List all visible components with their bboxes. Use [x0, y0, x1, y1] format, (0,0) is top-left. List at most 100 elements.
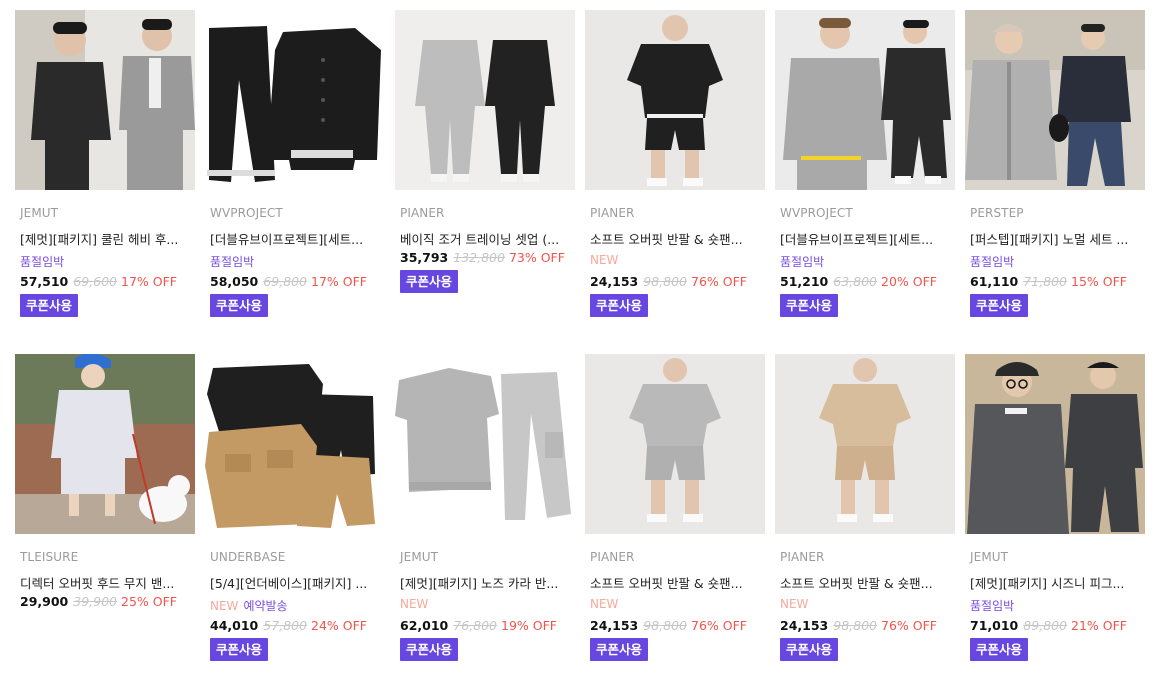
discount-rate: 76% OFF	[691, 274, 747, 289]
product-image[interactable]	[775, 354, 955, 534]
sale-price: 71,010	[970, 618, 1019, 633]
new-badge: NEW	[780, 597, 809, 611]
product-card[interactable]: JEMUT [제멋][패키지] 노즈 카라 반... NEW 62,010 76,…	[395, 354, 575, 674]
coupon-button[interactable]: 쿠폰사용	[210, 638, 269, 661]
product-card[interactable]: PIANER 베이직 조거 트레이닝 셋업 (... 35,793 132,800…	[395, 10, 575, 330]
product-card[interactable]: PIANER 소프트 오버핏 반팔 & 숏팬... NEW 24,153 98,8…	[585, 354, 765, 674]
product-name[interactable]: 소프트 오버핏 반팔 & 숏팬...	[780, 573, 952, 592]
product-photo-icon	[965, 354, 1145, 534]
product-card[interactable]: PERSTEP [퍼스텝][패키지] 노멀 세트 ... 품절임박 61,110…	[965, 10, 1145, 330]
brand-label[interactable]: WVPROJECT	[780, 206, 853, 220]
product-card[interactable]: PIANER 소프트 오버핏 반팔 & 숏팬... NEW 24,153 98,8…	[585, 10, 765, 330]
product-image[interactable]	[15, 10, 195, 190]
product-image[interactable]	[15, 354, 195, 534]
original-price: 63,800	[833, 274, 877, 289]
brand-label[interactable]: PIANER	[590, 550, 634, 564]
brand-label[interactable]: PIANER	[590, 206, 634, 220]
coupon-button[interactable]: 쿠폰사용	[780, 638, 839, 661]
product-photo-icon	[395, 10, 575, 190]
product-image[interactable]	[395, 354, 575, 534]
brand-label[interactable]: PERSTEP	[970, 206, 1024, 220]
sale-price: 57,510	[20, 274, 69, 289]
product-image[interactable]	[585, 354, 765, 534]
product-name[interactable]: 소프트 오버핏 반팔 & 숏팬...	[590, 573, 762, 592]
product-name[interactable]: [제멋][패키지] 시즈니 피그...	[970, 573, 1142, 592]
product-image[interactable]	[205, 10, 385, 190]
product-image[interactable]	[585, 10, 765, 190]
original-price: 39,900	[73, 594, 117, 609]
product-photo-icon	[585, 354, 765, 534]
product-image[interactable]	[395, 10, 575, 190]
brand-label[interactable]: TLEISURE	[20, 550, 78, 564]
product-card[interactable]: JEMUT [제멋][패키지] 시즈니 피그... 품절임박 71,010 89,…	[965, 354, 1145, 674]
coupon-button[interactable]: 쿠폰사용	[400, 270, 459, 293]
product-photo-icon	[15, 354, 195, 534]
coupon-button[interactable]: 쿠폰사용	[590, 638, 649, 661]
new-badge: NEW	[400, 597, 429, 611]
original-price: 98,800	[833, 618, 877, 633]
brand-label[interactable]: UNDERBASE	[210, 550, 285, 564]
almost-sold-out-badge: 품절임박	[210, 255, 255, 269]
sale-price: 35,793	[400, 250, 449, 265]
coupon-button[interactable]: 쿠폰사용	[20, 294, 79, 317]
original-price: 98,800	[643, 274, 687, 289]
status-line: NEW	[400, 597, 433, 613]
product-card[interactable]: WVPROJECT [더블유브이프로젝트][세트... 품절임박 51,210 6…	[775, 10, 955, 330]
status-line: 품절임박	[20, 253, 64, 269]
product-name[interactable]: [더블유브이프로젝트][세트...	[780, 229, 952, 248]
product-photo-icon	[205, 10, 385, 190]
brand-label[interactable]: PIANER	[780, 550, 824, 564]
brand-label[interactable]: JEMUT	[20, 206, 58, 220]
product-name[interactable]: [더블유브이프로젝트][세트...	[210, 229, 382, 248]
discount-rate: 25% OFF	[121, 594, 177, 609]
product-name[interactable]: [제멋][패키지] 노즈 카라 반...	[400, 573, 572, 592]
price-line: 24,153 98,800 76% OFF	[590, 274, 747, 290]
price-line: 58,050 69,800 17% OFF	[210, 274, 367, 290]
status-line: 품절임박	[970, 253, 1014, 269]
price-line: 62,010 76,800 19% OFF	[400, 618, 557, 634]
coupon-button[interactable]: 쿠폰사용	[590, 294, 649, 317]
coupon-button[interactable]: 쿠폰사용	[970, 294, 1029, 317]
original-price: 57,800	[263, 618, 307, 633]
brand-label[interactable]: JEMUT	[400, 550, 438, 564]
product-photo-icon	[775, 354, 955, 534]
product-name[interactable]: [5/4][언더베이스][패키지] ...	[210, 573, 382, 592]
product-name[interactable]: [퍼스텝][패키지] 노멀 세트 ...	[970, 229, 1142, 248]
product-photo-icon	[395, 354, 575, 534]
product-card[interactable]: PIANER 소프트 오버핏 반팔 & 숏팬... NEW 24,153 98,8…	[775, 354, 955, 674]
sale-price: 62,010	[400, 618, 449, 633]
original-price: 69,600	[73, 274, 117, 289]
product-image[interactable]	[205, 354, 385, 534]
original-price: 76,800	[453, 618, 497, 633]
discount-rate: 17% OFF	[121, 274, 177, 289]
brand-label[interactable]: WVPROJECT	[210, 206, 283, 220]
product-image[interactable]	[775, 10, 955, 190]
product-photo-icon	[965, 10, 1145, 190]
product-name[interactable]: [제멋][패키지] 쿨린 헤비 후...	[20, 229, 192, 248]
product-name[interactable]: 디렉터 오버핏 후드 무지 밴...	[20, 573, 192, 592]
status-line: 품절임박	[210, 253, 254, 269]
product-card[interactable]: UNDERBASE [5/4][언더베이스][패키지] ... NEW 예약발송 …	[205, 354, 385, 674]
almost-sold-out-badge: 품절임박	[970, 599, 1015, 613]
brand-label[interactable]: JEMUT	[970, 550, 1008, 564]
product-name[interactable]: 소프트 오버핏 반팔 & 숏팬...	[590, 229, 762, 248]
product-card[interactable]: WVPROJECT [더블유브이프로젝트][세트... 품절임박 58,050 6…	[205, 10, 385, 330]
sale-price: 24,153	[780, 618, 829, 633]
product-image[interactable]	[965, 10, 1145, 190]
almost-sold-out-badge: 품절임박	[20, 255, 65, 269]
status-line: NEW	[590, 597, 623, 613]
brand-label[interactable]: PIANER	[400, 206, 444, 220]
product-name[interactable]: 베이직 조거 트레이닝 셋업 (...	[400, 229, 572, 248]
coupon-button[interactable]: 쿠폰사용	[780, 294, 839, 317]
status-line: 품절임박	[970, 597, 1014, 613]
product-image[interactable]	[965, 354, 1145, 534]
new-badge: NEW	[590, 253, 619, 267]
new-badge: NEW	[210, 599, 239, 613]
coupon-button[interactable]: 쿠폰사용	[970, 638, 1029, 661]
coupon-button[interactable]: 쿠폰사용	[210, 294, 269, 317]
product-card[interactable]: TLEISURE 디렉터 오버핏 후드 무지 밴... 29,900 39,900…	[15, 354, 195, 674]
coupon-button[interactable]: 쿠폰사용	[400, 638, 459, 661]
sale-price: 61,110	[970, 274, 1019, 289]
product-card[interactable]: JEMUT [제멋][패키지] 쿨린 헤비 후... 품절임박 57,510 69…	[15, 10, 195, 330]
discount-rate: 21% OFF	[1071, 618, 1127, 633]
